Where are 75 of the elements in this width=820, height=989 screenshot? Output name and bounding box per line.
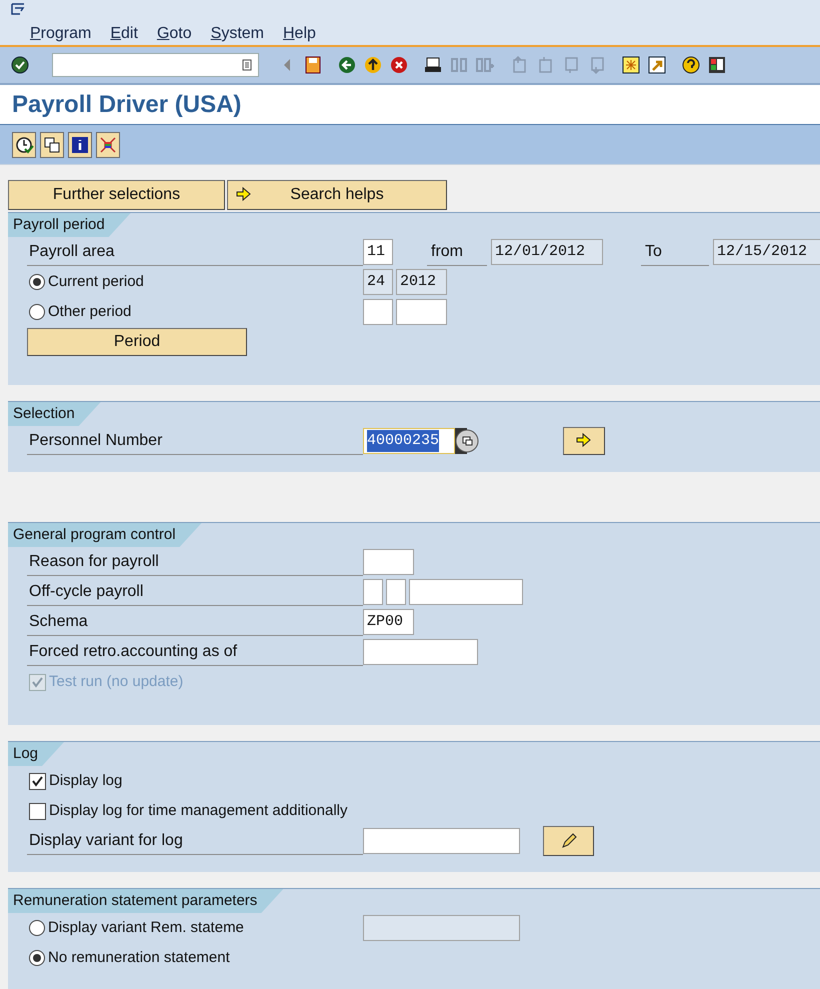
help-icon[interactable] [681, 55, 701, 75]
input-field[interactable] [409, 579, 523, 605]
shortcut-icon[interactable] [647, 55, 667, 75]
field-label: Display variant for log [29, 832, 183, 849]
color-legend-button[interactable] [96, 132, 120, 158]
checkbox-label: Display log for time management additionally [49, 800, 348, 821]
field-label: Off-cycle payroll [29, 583, 144, 600]
input-field: 2012 [396, 269, 447, 295]
exit-icon[interactable] [363, 55, 383, 75]
checkbox-label: Display log [49, 770, 122, 791]
input-field[interactable]: 11 [363, 239, 393, 265]
execute-button[interactable] [563, 427, 605, 455]
checkbox-label: Test run (no update) [49, 672, 184, 692]
input-field[interactable] [363, 299, 393, 325]
input-field[interactable] [386, 579, 406, 605]
copy-button[interactable] [40, 132, 64, 158]
checkbox[interactable] [29, 802, 46, 820]
layout-icon[interactable] [707, 55, 727, 75]
section-title: Selection [8, 402, 101, 426]
field-label: Personnel Number [29, 432, 162, 449]
field-label: from [427, 238, 487, 266]
input-field[interactable] [363, 639, 478, 665]
input-field[interactable] [363, 549, 414, 575]
menu-item[interactable]: Help [282, 22, 316, 46]
field-label: To [641, 238, 709, 266]
input-field: 24 [363, 269, 393, 295]
back-icon[interactable] [337, 55, 357, 75]
color-legend-icon [98, 134, 118, 154]
field-label: Payroll area [29, 243, 114, 260]
info-icon [70, 134, 90, 154]
checkbox[interactable] [29, 772, 46, 790]
new-session-icon[interactable] [621, 55, 641, 75]
radio-button[interactable] [29, 920, 45, 936]
menu-item[interactable]: Program [30, 22, 92, 46]
list-icon[interactable] [242, 59, 252, 71]
menu-item[interactable]: Goto [156, 22, 192, 46]
field-label: Reason for payroll [29, 553, 159, 570]
section-title: Remuneration statement parameters [8, 889, 284, 913]
radio-label: Display variant Rem. stateme [48, 918, 244, 938]
input-field: 12/01/2012 [491, 239, 603, 265]
selection-button[interactable]: Further selections [8, 180, 225, 210]
radio-label: Current period [48, 272, 144, 292]
period-button[interactable]: Period [27, 328, 247, 356]
save-icon[interactable] [303, 55, 323, 75]
radio-label: No remuneration statement [48, 948, 230, 968]
edit-button[interactable] [543, 826, 594, 856]
section-title: General program control [8, 523, 202, 547]
radio-button[interactable] [29, 304, 45, 320]
section-title: Log [8, 742, 64, 766]
cancel-icon[interactable] [389, 55, 409, 75]
radio-button[interactable] [29, 274, 45, 290]
window-title: Payroll Driver (USA) [12, 90, 242, 120]
radio-button[interactable] [29, 950, 45, 966]
menu-item[interactable]: Edit [110, 22, 138, 46]
copy-icon [42, 134, 62, 154]
input-field[interactable]: 40000235 [363, 428, 455, 454]
multiple-selection-icon[interactable] [455, 428, 479, 454]
command-field[interactable] [52, 53, 259, 77]
field-label: Forced retro.accounting as of [29, 643, 238, 660]
radio-label: Other period [48, 302, 132, 322]
info-button[interactable] [68, 132, 92, 158]
execute-clock-button[interactable] [12, 132, 36, 158]
enter-icon[interactable] [10, 55, 30, 75]
print-icon[interactable] [423, 55, 443, 75]
input-field[interactable]: ZP00 [363, 609, 414, 635]
input-field[interactable] [363, 579, 383, 605]
input-field[interactable] [396, 299, 447, 325]
execute-clock-icon [14, 134, 34, 154]
selection-button[interactable]: Search helps [227, 180, 447, 210]
menu-icon[interactable] [11, 3, 25, 15]
section-title: Payroll period [8, 213, 131, 237]
field-label: Schema [29, 613, 88, 630]
menu-item[interactable]: System [210, 22, 264, 46]
input-field: 12/15/2012 [713, 239, 820, 265]
input-field[interactable] [363, 828, 520, 854]
